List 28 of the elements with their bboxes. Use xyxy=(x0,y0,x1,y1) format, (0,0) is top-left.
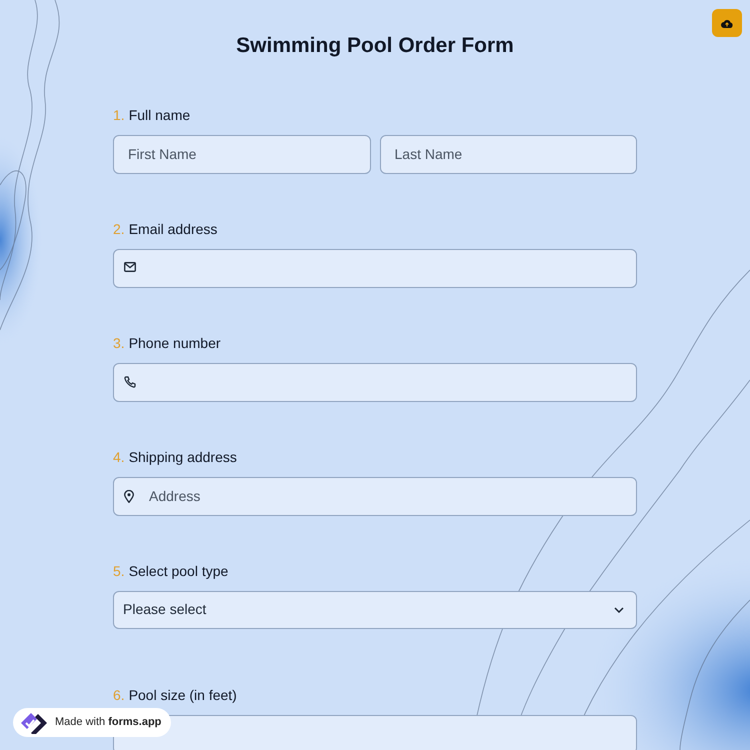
name-field[interactable]: First Name xyxy=(113,134,370,174)
location-pin-icon xyxy=(124,490,134,502)
cloud-upload-button[interactable] xyxy=(712,9,742,37)
logo-icon xyxy=(19,712,49,734)
question-number: 5. xyxy=(113,562,125,581)
address-field[interactable]: Address xyxy=(113,476,637,516)
cloud-upload-icon xyxy=(721,18,733,28)
question-label: Email address xyxy=(128,220,218,239)
question-label: Shipping address xyxy=(128,448,237,467)
question-label: Full name xyxy=(128,106,190,125)
form-title: Swimming Pool Order Form xyxy=(236,33,514,59)
badge-text: Made with forms.app xyxy=(55,715,162,730)
chevron-down-icon xyxy=(614,606,624,612)
question-label: Select pool type xyxy=(128,562,228,581)
name-field[interactable]: Last Name xyxy=(380,134,637,174)
phone-field[interactable] xyxy=(113,362,637,402)
question-number: 6. xyxy=(113,686,125,705)
phone-icon xyxy=(124,376,136,388)
email-field[interactable] xyxy=(113,248,637,288)
pool-type-select[interactable]: Please select xyxy=(113,590,637,628)
question-number: 1. xyxy=(113,106,125,125)
question-label: Phone number xyxy=(128,334,221,353)
question-number: 4. xyxy=(113,448,125,467)
question-number: 2. xyxy=(113,220,125,239)
envelope-icon xyxy=(124,262,136,272)
question-label: Pool size (in feet) xyxy=(128,686,237,705)
made-with-badge[interactable]: Made with forms.app xyxy=(13,708,172,737)
question-number: 3. xyxy=(113,334,125,353)
